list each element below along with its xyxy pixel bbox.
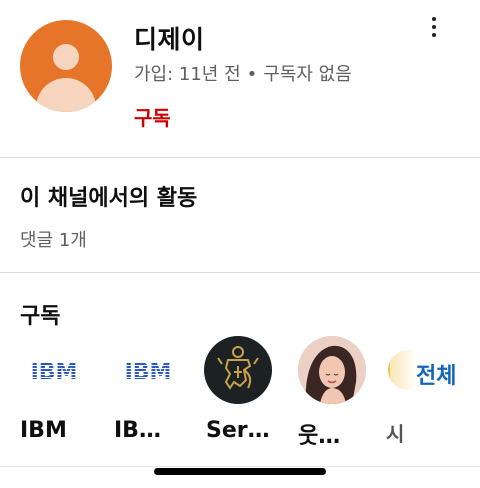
svg-text:IBM: IBM	[31, 360, 78, 382]
subscription-item[interactable]: Ser…	[204, 336, 284, 443]
divider	[0, 272, 480, 273]
channel-avatar[interactable]	[20, 20, 112, 112]
channel-name: 디제이	[134, 25, 205, 54]
subscription-item[interactable]: 웃…	[298, 336, 378, 449]
lion-crest-icon	[204, 336, 272, 404]
separator-dot: •	[246, 64, 258, 85]
home-indicator[interactable]	[154, 468, 326, 475]
subscription-label: 시	[386, 422, 405, 446]
channel-meta: 가입: 11년 전 • 구독자 없음	[134, 60, 352, 86]
comments-count[interactable]: 댓글 1개	[20, 226, 87, 252]
divider	[0, 157, 480, 158]
avatar-person-head	[53, 44, 79, 70]
avatar-person-body	[36, 78, 96, 112]
subscription-label: IB…	[114, 418, 161, 443]
joined-date: 가입: 11년 전	[134, 64, 241, 85]
ibm-logo-icon: IBM	[114, 336, 182, 404]
profile-photo	[298, 336, 366, 404]
view-all-button[interactable]: 전체	[390, 348, 480, 398]
subscription-label: 웃…	[298, 424, 341, 449]
ibm-logo-icon: IBM	[20, 336, 88, 404]
svg-text:IBM: IBM	[125, 360, 172, 382]
view-all-label: 전체	[416, 364, 457, 389]
subscription-label: Ser…	[206, 418, 270, 443]
subscriber-count: 구독자 없음	[263, 64, 352, 85]
more-options-icon[interactable]	[420, 14, 448, 48]
divider	[0, 466, 480, 467]
subscription-label: IBM	[20, 418, 67, 443]
subscription-item[interactable]: IBM IB…	[114, 336, 194, 443]
subscription-item[interactable]: IBM IBM	[20, 336, 100, 443]
subscribe-button[interactable]: 구독	[134, 102, 171, 131]
subscriptions-section-title: 구독	[20, 304, 61, 329]
activity-section-title: 이 채널에서의 활동	[20, 186, 198, 211]
